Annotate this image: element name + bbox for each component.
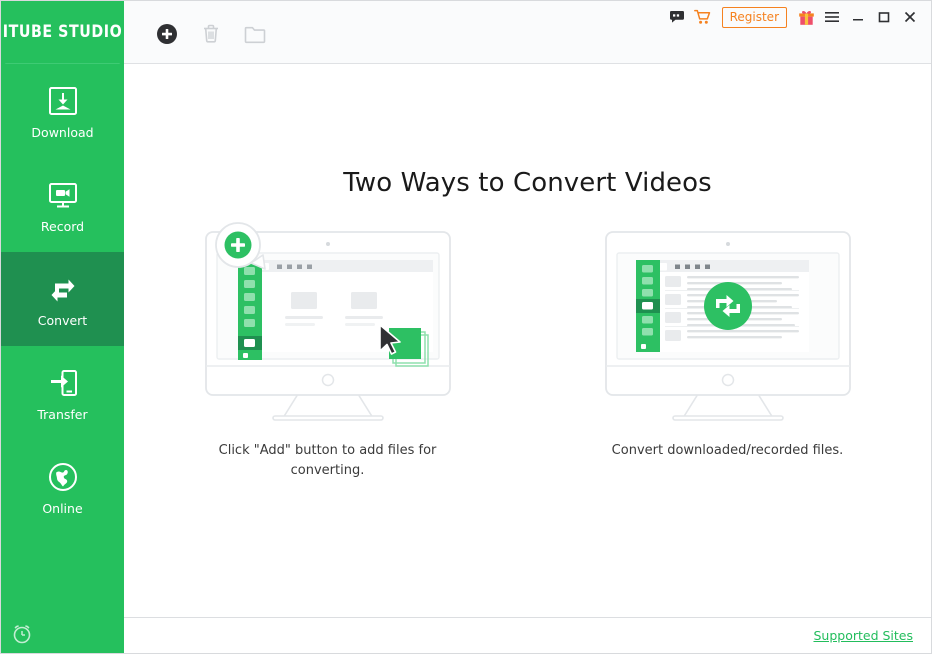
window-controls: Register <box>664 5 923 29</box>
panel-add-files: Click "Add" button to add files for conv… <box>188 222 468 481</box>
sidebar-item-label: Online <box>42 501 83 517</box>
panel-caption: Convert downloaded/recorded files. <box>611 443 844 458</box>
alarm-clock-icon[interactable] <box>11 623 33 645</box>
gift-icon[interactable] <box>793 6 819 28</box>
folder-icon <box>244 26 266 44</box>
sidebar-item-label: Transfer <box>37 407 88 423</box>
app-logo: ITUBE STUDIO <box>3 1 122 64</box>
folder-button[interactable] <box>240 19 270 49</box>
record-icon <box>44 176 82 214</box>
plus-circle-icon <box>157 24 177 44</box>
shopping-cart-icon[interactable] <box>690 6 716 28</box>
delete-button[interactable] <box>196 19 226 49</box>
minimize-icon[interactable] <box>845 6 871 28</box>
panels-row: Click "Add" button to add files for conv… <box>124 222 931 481</box>
trash-icon <box>204 24 218 43</box>
register-button[interactable]: Register <box>721 6 787 28</box>
add-button[interactable] <box>152 19 182 49</box>
hamburger-menu-icon[interactable] <box>819 6 845 28</box>
monitor-add-files-illustration <box>203 222 453 427</box>
sidebar-item-label: Record <box>40 219 85 235</box>
app-window: ITUBE STUDIO Download Record Convert Tra… <box>0 0 932 654</box>
supported-sites-link[interactable]: Supported Sites <box>813 628 913 643</box>
maximize-icon[interactable] <box>871 6 897 28</box>
sidebar-item-record[interactable]: Record <box>1 158 124 252</box>
titlebar: Register <box>124 1 931 64</box>
panel-convert-files: Convert downloaded/recorded files. <box>588 222 868 481</box>
globe-icon <box>44 458 82 496</box>
sidebar-item-download[interactable]: Download <box>1 64 124 158</box>
sidebar: ITUBE STUDIO Download Record Convert Tra… <box>1 1 124 653</box>
convert-icon <box>44 270 82 308</box>
statusbar: Supported Sites <box>124 617 931 653</box>
page-title: Two Ways to Convert Videos <box>343 168 712 198</box>
main-content: Two Ways to Convert Videos Click "Add" b… <box>124 64 931 617</box>
sidebar-item-online[interactable]: Online <box>1 440 124 534</box>
download-icon <box>44 82 82 120</box>
feedback-icon[interactable] <box>664 6 690 28</box>
sidebar-item-convert[interactable]: Convert <box>1 252 124 346</box>
monitor-convert-list-illustration <box>603 222 853 427</box>
toolbar <box>152 19 270 49</box>
close-icon[interactable] <box>897 6 923 28</box>
sidebar-item-label: Download <box>31 125 94 141</box>
sidebar-item-label: Convert <box>37 313 88 329</box>
sidebar-item-transfer[interactable]: Transfer <box>1 346 124 440</box>
panel-caption: Click "Add" button to add files for conv… <box>218 443 437 479</box>
transfer-icon <box>44 364 82 402</box>
